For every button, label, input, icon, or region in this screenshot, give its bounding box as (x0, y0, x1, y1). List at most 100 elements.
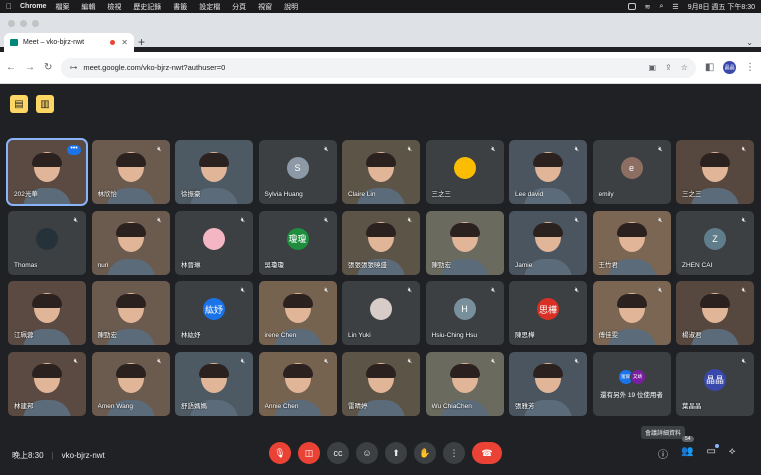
new-tab-button[interactable]: + (138, 35, 145, 49)
participant-tile[interactable]: 思樺 陳思樺 🔇︎ (509, 281, 587, 345)
captions-icon[interactable]: cc (327, 442, 349, 464)
activities-icon[interactable]: ⟡ (729, 446, 736, 461)
participant-name: 舒語媽媽 (181, 402, 207, 410)
tab-meet[interactable]: Meet – vko-bjrz-nwt ✕ (4, 33, 134, 52)
chrome-menu-icon[interactable]: ⋮ (745, 62, 755, 73)
participant-tile[interactable]: Thomas 🔇︎ (8, 210, 86, 275)
camera-off-icon[interactable]: ◫ (298, 442, 320, 464)
present-screen-icon[interactable]: ⬆ (385, 442, 407, 464)
more-options-icon[interactable]: ⋮ (443, 442, 465, 464)
participant-tile[interactable]: 晶晶 葉晶晶 🔇︎ (676, 351, 754, 416)
participant-tile[interactable]: Wu ChiaChen 🔇︎ (425, 351, 504, 416)
participant-tile[interactable]: Amen Wang 🔇︎ (91, 351, 170, 416)
share-icon[interactable]: ⇪ (665, 63, 672, 72)
more-options-icon[interactable]: ••• (67, 145, 81, 155)
separator: | (51, 451, 54, 460)
apple-icon[interactable]:  (6, 2, 12, 11)
meeting-code: vko-bjrz-nwt (61, 451, 105, 460)
participant-tile[interactable]: 舒語媽媽 🔇︎ (175, 351, 253, 416)
menu-tab[interactable]: 分頁 (232, 4, 246, 11)
chat-button[interactable]: ▭ (706, 444, 719, 461)
reload-icon[interactable]: ↻ (44, 62, 52, 73)
menu-window[interactable]: 視窗 (258, 4, 272, 11)
tab-search-chevron-icon[interactable]: ⌄ (746, 38, 753, 47)
clock[interactable]: 9月8日 週五 下午8:30 (688, 2, 755, 12)
participant-tile[interactable]: 徐振豪 (175, 140, 253, 204)
notes-icon[interactable]: ▤ (10, 95, 28, 113)
search-icon[interactable]: ⌕ (659, 3, 663, 11)
control-center-icon[interactable]: ☰ (672, 3, 678, 11)
participant-tile[interactable]: Lin Yuki 🔇︎ (342, 281, 420, 345)
menu-edit[interactable]: 編輯 (81, 4, 95, 11)
side-panel-icon[interactable]: ◧ (705, 62, 714, 73)
participant-tile[interactable]: 傅佳雯 🔇︎ (592, 281, 671, 345)
participant-tile[interactable]: 江珮蓉 (8, 281, 86, 345)
menu-bookmarks[interactable]: 書籤 (173, 4, 187, 11)
menu-file[interactable]: 檔案 (55, 4, 69, 11)
menu-help[interactable]: 說明 (284, 4, 298, 11)
participant-tile[interactable]: 林欣怡 🔇︎ (91, 140, 170, 204)
participant-tile[interactable]: 楊淑君 🔇︎ (676, 281, 754, 345)
close-window-button[interactable] (8, 20, 15, 27)
muted-mic-icon: 🔇︎ (741, 287, 747, 294)
participant-tile[interactable]: 富舜 又靖 還有另外 19 位使用者 (592, 351, 671, 416)
menu-profiles[interactable]: 設定檔 (199, 4, 220, 11)
participant-name: 林欣怡 (97, 191, 118, 198)
wifi-icon[interactable]: ≋ (645, 3, 651, 11)
menu-history[interactable]: 歷史記錄 (133, 4, 161, 11)
participant-name: 陳思樺 (515, 332, 535, 339)
camera-in-use-icon[interactable]: ▣ (648, 63, 656, 72)
url-text: meet.google.com/vko-bjrz-nwt?authuser=0 (83, 63, 226, 72)
participant-tile[interactable]: H Hsiu-Ching Hsu 🔇︎ (425, 281, 504, 345)
leave-call-button[interactable]: ☎ (472, 442, 502, 464)
participant-tile[interactable]: Claire Lin 🔇︎ (342, 140, 420, 204)
participant-tile[interactable]: 雷晴婷 🔇︎ (342, 351, 420, 416)
muted-mic-icon: 🔇︎ (324, 146, 329, 153)
participant-tile[interactable]: 陳勁宏 (91, 281, 170, 345)
back-icon[interactable]: ← (6, 62, 16, 73)
participant-tile[interactable]: nuri 🔇︎ (91, 210, 170, 275)
zoom-window-button[interactable] (32, 20, 39, 27)
participant-tile[interactable]: 林晉琳 🔇︎ (175, 210, 253, 275)
participant-tile[interactable]: 紘妤 林紘妤 🔇︎ (175, 281, 253, 345)
address-bar[interactable]: ⊶ meet.google.com/vko-bjrz-nwt?authuser=… (61, 57, 696, 78)
bookmark-star-icon[interactable]: ☆ (681, 63, 688, 72)
participant-tile[interactable]: Z ZHEN CAI 🔇︎ (676, 210, 754, 275)
microphone-off-icon[interactable]: 🎙 (269, 442, 291, 464)
meet-top-icons: ▤ ▥ (10, 95, 54, 113)
participant-tile[interactable]: irene Chen 🔇︎ (258, 281, 337, 345)
participant-tile[interactable]: 張雅芳 🔇︎ (509, 351, 587, 416)
recording-info-icon[interactable]: ▥ (36, 95, 54, 113)
minimize-window-button[interactable] (20, 20, 27, 27)
forward-icon[interactable]: → (25, 62, 35, 73)
participant-name: irene Chen (264, 332, 297, 339)
muted-mic-icon: 🔇︎ (658, 146, 663, 153)
participant-tile[interactable]: 202光華 ••• (6, 138, 88, 206)
participant-name: Sylvia Huang (264, 191, 303, 198)
participant-name: 吳瓊瓊 (264, 261, 285, 269)
meeting-details-icon[interactable]: ⓘ (658, 446, 668, 461)
site-info-icon[interactable]: ⊶ (69, 63, 77, 72)
participant-tile[interactable]: 三之三 🔇︎ (425, 140, 504, 204)
close-tab-icon[interactable]: ✕ (121, 38, 128, 47)
muted-mic-icon: 🔇︎ (741, 357, 747, 365)
participant-tile[interactable]: Jamie 🔇︎ (509, 210, 587, 275)
participant-tile[interactable]: 王竹君 🔇︎ (592, 210, 671, 275)
people-button[interactable]: 54 👥 (681, 436, 694, 461)
participant-tile[interactable]: 瓊瓊 吳瓊瓊 🔇︎ (258, 210, 337, 275)
participant-tile[interactable]: 張張張張曉盛 🔇︎ (342, 210, 420, 275)
participant-tile[interactable]: S Sylvia Huang 🔇︎ (258, 140, 337, 204)
participant-tile[interactable]: 林建邦 🔇︎ (8, 351, 86, 416)
participant-tile[interactable]: 陳勁宏 (425, 210, 504, 275)
participant-tile[interactable]: Lee david 🔇︎ (509, 140, 587, 204)
battery-icon[interactable] (627, 3, 636, 10)
participant-tile[interactable]: e emily 🔇︎ (592, 140, 671, 204)
emoji-reaction-icon[interactable]: ☺ (356, 442, 378, 464)
menu-view[interactable]: 檢視 (107, 4, 121, 11)
raise-hand-icon[interactable]: ✋ (414, 442, 436, 464)
muted-mic-icon: 🔇︎ (324, 216, 329, 224)
participant-tile[interactable]: 三之三 🔇︎ (676, 140, 754, 204)
profile-avatar[interactable]: 晶晶 (723, 61, 736, 74)
participant-tile[interactable]: Annie Chen 🔇︎ (258, 351, 337, 416)
app-menu[interactable]: Chrome (20, 3, 46, 10)
